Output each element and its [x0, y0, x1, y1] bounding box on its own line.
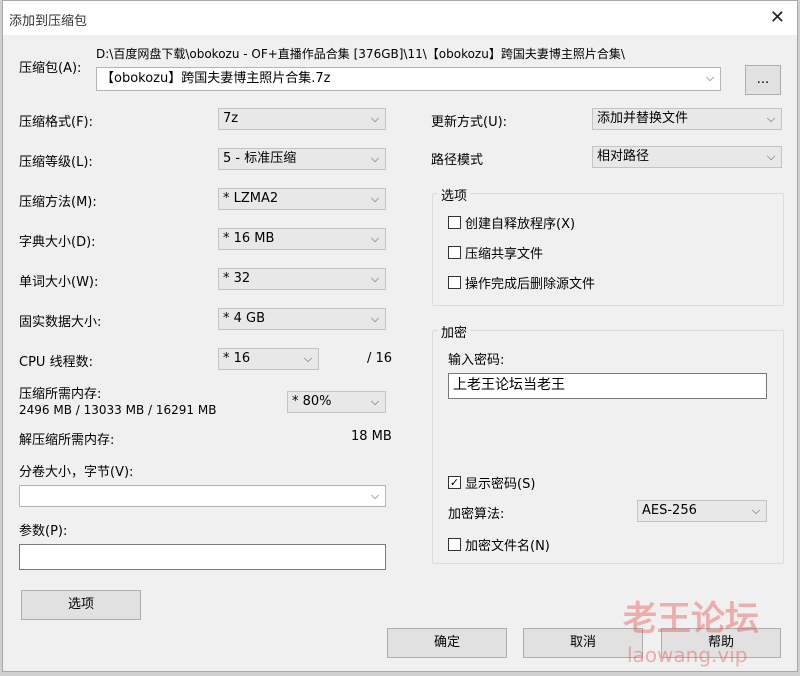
chevron-down-icon: ⌵ [370, 232, 380, 245]
threads-total: / 16 [367, 351, 393, 366]
password-input[interactable]: 上老王论坛当老王 [448, 373, 767, 399]
checkbox-box [448, 537, 461, 551]
chevron-down-icon: ⌵ [303, 352, 313, 365]
sfx-label: 创建自释放程序(X) [465, 216, 576, 232]
level-select[interactable]: 5 - 标准压缩 ⌵ [218, 148, 386, 170]
dict-label: 字典大小(D): [19, 235, 96, 250]
encrypt-names-checkbox[interactable]: 加密文件名(N) [448, 535, 550, 554]
archive-filename: 【obokozu】跨国夫妻博主照片合集.7z [101, 71, 331, 86]
word-label: 单词大小(W): [19, 275, 99, 290]
solid-select[interactable]: * 4 GB ⌵ [218, 308, 386, 330]
volume-combo[interactable]: ⌵ [19, 485, 386, 507]
delete-label: 操作完成后删除源文件 [465, 276, 596, 292]
check-icon: ✓ [448, 475, 461, 489]
chevron-down-icon: ⌵ [370, 312, 380, 325]
method-value: * LZMA2 [223, 191, 279, 206]
enc-method-value: AES-256 [642, 503, 697, 518]
sfx-checkbox[interactable]: 创建自释放程序(X) [448, 213, 576, 232]
chevron-down-icon: ⌵ [370, 152, 380, 165]
enc-method-label: 加密算法: [448, 507, 505, 522]
chevron-down-icon: ⌵ [766, 112, 776, 125]
watermark-url: laowang.vip [627, 643, 748, 667]
mem-percent-select[interactable]: * 80% ⌵ [287, 391, 386, 413]
pathmode-label: 路径模式 [431, 153, 484, 168]
close-icon[interactable]: ✕ [770, 7, 785, 28]
window-title: 添加到压缩包 [9, 14, 88, 29]
mem-compress-label: 压缩所需内存: [19, 387, 102, 402]
show-password-checkbox[interactable]: ✓ 显示密码(S) [448, 473, 536, 492]
checkbox-box [448, 275, 461, 289]
chevron-down-icon: ⌵ [705, 71, 715, 84]
method-label: 压缩方法(M): [19, 195, 97, 210]
options-group-title: 选项 [438, 185, 471, 204]
solid-label: 固实数据大小: [19, 315, 102, 330]
format-value: 7z [223, 111, 239, 126]
dict-select[interactable]: * 16 MB ⌵ [218, 228, 386, 250]
pathmode-value: 相对路径 [597, 149, 650, 164]
enc-method-select[interactable]: AES-256 ⌵ [637, 500, 767, 522]
chevron-down-icon: ⌵ [751, 504, 761, 517]
archive-label: 压缩包(A): [19, 61, 82, 76]
ok-button[interactable]: 确定 [387, 628, 507, 658]
browse-button[interactable]: ... [745, 65, 781, 95]
delete-checkbox[interactable]: 操作完成后删除源文件 [448, 273, 596, 292]
options-button[interactable]: 选项 [21, 590, 141, 620]
password-label: 输入密码: [448, 353, 505, 368]
format-label: 压缩格式(F): [19, 115, 94, 130]
shared-checkbox[interactable]: 压缩共享文件 [448, 243, 544, 262]
title-bar: 添加到压缩包 ✕ [3, 1, 797, 35]
solid-value: * 4 GB [223, 311, 266, 326]
encryption-group-title: 加密 [438, 322, 471, 341]
word-select[interactable]: * 32 ⌵ [218, 268, 386, 290]
mem-decompress-label: 解压缩所需内存: [19, 433, 115, 448]
chevron-down-icon: ⌵ [370, 489, 380, 502]
watermark-text: 老王论坛 [623, 599, 759, 639]
pathmode-select[interactable]: 相对路径 ⌵ [592, 146, 782, 168]
mem-percent-value: * 80% [292, 394, 332, 409]
chevron-down-icon: ⌵ [370, 272, 380, 285]
archive-filename-combo[interactable]: 【obokozu】跨国夫妻博主照片合集.7z ⌵ [96, 67, 721, 91]
dict-value: * 16 MB [223, 231, 275, 246]
show-password-label: 显示密码(S) [465, 476, 536, 492]
level-label: 压缩等级(L): [19, 155, 93, 170]
archive-path: D:\百度网盘下载\obokozu - OF+直播作品合集 [376GB]\11… [96, 47, 625, 61]
add-to-archive-dialog: 添加到压缩包 ✕ 压缩包(A): D:\百度网盘下载\obokozu - OF+… [2, 0, 798, 672]
checkbox-box [448, 245, 461, 259]
threads-value: * 16 [223, 351, 251, 366]
word-value: * 32 [223, 271, 251, 286]
threads-label: CPU 线程数: [19, 355, 93, 370]
chevron-down-icon: ⌵ [370, 192, 380, 205]
method-select[interactable]: * LZMA2 ⌵ [218, 188, 386, 210]
params-label: 参数(P): [19, 524, 68, 539]
shared-label: 压缩共享文件 [465, 246, 544, 262]
mem-decompress-value: 18 MB [351, 429, 392, 444]
encrypt-names-label: 加密文件名(N) [465, 538, 550, 554]
chevron-down-icon: ⌵ [766, 150, 776, 163]
threads-select[interactable]: * 16 ⌵ [218, 348, 319, 370]
chevron-down-icon: ⌵ [370, 395, 380, 408]
update-label: 更新方式(U): [431, 115, 508, 130]
checkbox-box [448, 215, 461, 229]
update-select[interactable]: 添加并替换文件 ⌵ [592, 108, 782, 130]
format-select[interactable]: 7z ⌵ [218, 108, 386, 130]
update-value: 添加并替换文件 [597, 111, 689, 126]
level-value: 5 - 标准压缩 [223, 151, 297, 166]
params-input[interactable] [19, 544, 386, 570]
chevron-down-icon: ⌵ [370, 112, 380, 125]
mem-compress-value: 2496 MB / 13033 MB / 16291 MB [19, 403, 217, 417]
volume-label: 分卷大小，字节(V): [19, 465, 134, 480]
